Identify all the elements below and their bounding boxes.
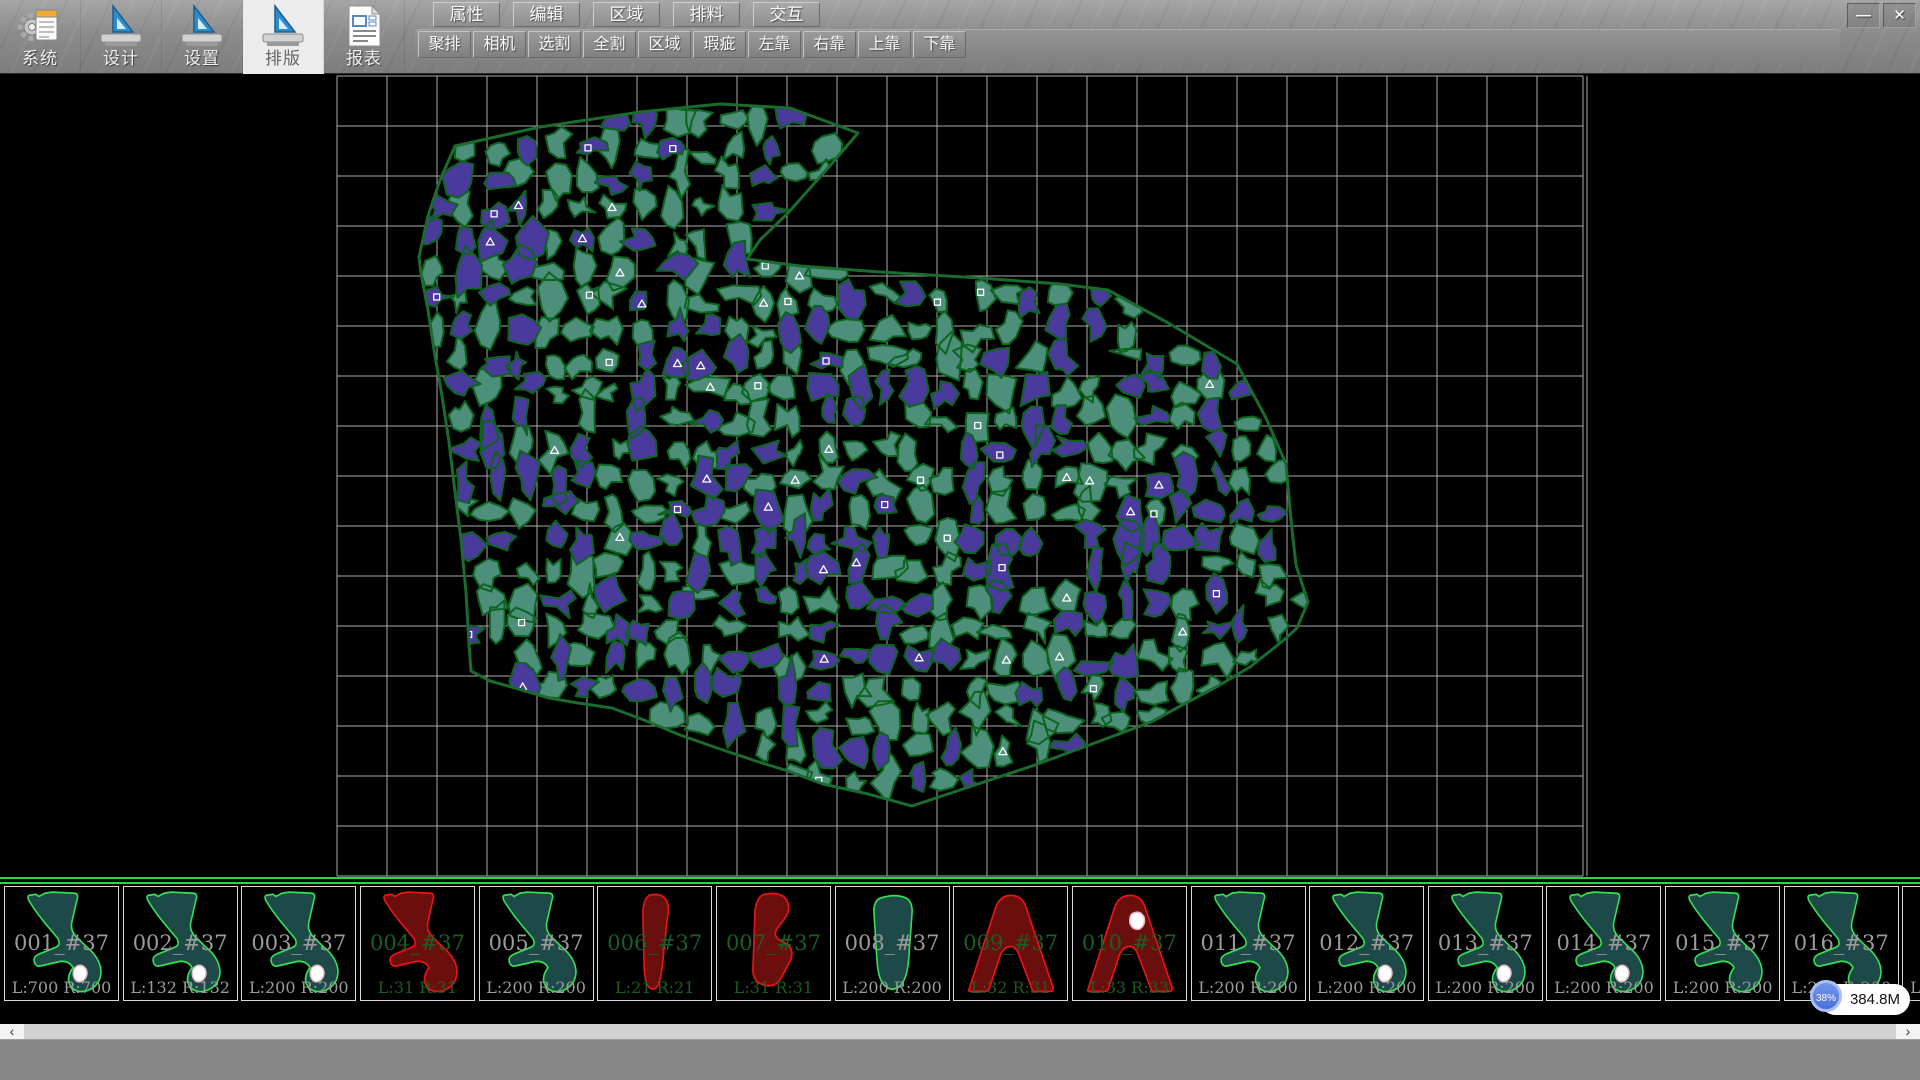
piece-name: 009_#37 <box>954 931 1067 955</box>
tool-button-10[interactable]: 下靠 <box>913 31 966 58</box>
tool-button-1[interactable]: 聚排 <box>418 31 471 58</box>
tool-button-7[interactable]: 左靠 <box>748 31 801 58</box>
piece-thumbnail-7[interactable]: 007_#37 L:31 R:31 <box>716 886 831 1001</box>
piece-lr-count: L:33 R:33 <box>1073 978 1186 997</box>
piece-name: 006_#37 <box>598 931 711 955</box>
report-icon <box>341 3 387 49</box>
tool-button-2[interactable]: 相机 <box>473 31 526 58</box>
piece-name: 002_#37 <box>124 931 237 955</box>
piece-thumbnail-6[interactable]: 006_#37 L:21 R:21 <box>597 886 712 1001</box>
tool-button-3[interactable]: 选割 <box>528 31 581 58</box>
tool-button-9[interactable]: 上靠 <box>858 31 911 58</box>
piece-thumbnail-11[interactable]: 011_#37 L:200 R:200 <box>1191 886 1306 1001</box>
piece-name: 011_#37 <box>1192 931 1305 955</box>
minimize-button[interactable]: — <box>1847 3 1880 28</box>
piece-thumbnail-13[interactable]: 013_#37 L:200 R:200 <box>1428 886 1543 1001</box>
scroll-left-arrow[interactable]: ‹ <box>0 1024 24 1039</box>
close-button[interactable]: ✕ <box>1883 3 1916 28</box>
bottom-status-bar <box>0 1039 1920 1080</box>
settings-icon <box>179 3 225 49</box>
piece-lr-count: L:200 R:200 <box>480 978 593 997</box>
piece-lr-count: L:31 R:31 <box>361 978 474 997</box>
piece-name: 005_#37 <box>480 931 593 955</box>
menu-tab-row: 属性编辑区域排料交互 <box>433 2 820 27</box>
app-window: 系统 设计 设置 <box>0 0 1920 1080</box>
piece-name: 008_#37 <box>836 931 949 955</box>
piece-lr-count: L:32 R:31 <box>954 978 1067 997</box>
piece-thumbnail-12[interactable]: 012_#37 L:200 R:200 <box>1309 886 1424 1001</box>
window-controls: — ✕ <box>1847 3 1916 28</box>
piece-thumbnail-2[interactable]: 002_#37 L:132 R:132 <box>123 886 238 1001</box>
piece-thumbnail-10[interactable]: 010_#37 L:33 R:33 <box>1072 886 1187 1001</box>
tool-button-row: 聚排相机选割全割区域瑕疵左靠右靠上靠下靠 <box>418 31 966 58</box>
tool-button-8[interactable]: 右靠 <box>803 31 856 58</box>
percent-value: 38% <box>1810 980 1842 1012</box>
horizontal-scrollbar[interactable]: ‹ › <box>0 1024 1920 1039</box>
piece-name: 003_#37 <box>242 931 355 955</box>
menu-tab-4[interactable]: 排料 <box>673 2 740 27</box>
piece-thumbnail-5[interactable]: 005_#37 L:200 R:200 <box>479 886 594 1001</box>
nesting-canvas-svg[interactable] <box>0 74 1920 878</box>
piece-name: 004_#37 <box>361 931 474 955</box>
piece-lr-count: L:200 R:200 <box>1547 978 1660 997</box>
system-icon <box>17 3 63 49</box>
piece-thumbnail-9[interactable]: 009_#37 L:32 R:31 <box>953 886 1068 1001</box>
piece-lr-count: L:200 R:200 <box>242 978 355 997</box>
report-button-label: 报表 <box>324 49 404 69</box>
design-button[interactable]: 设计 <box>81 0 162 74</box>
piece-lr-count: L:31 R:31 <box>717 978 830 997</box>
piece-thumbnail-8[interactable]: 008_#37 L:200 R:200 <box>835 886 950 1001</box>
piece-thumbnail-15[interactable]: 015_#37 L:200 R:200 <box>1665 886 1780 1001</box>
menu-tab-2[interactable]: 编辑 <box>513 2 580 27</box>
piece-name: 012_#37 <box>1310 931 1423 955</box>
piece-name: 016_#37 <box>1785 931 1898 955</box>
piece-lr-count: L:200 R:200 <box>1192 978 1305 997</box>
system-button-label: 系统 <box>0 49 80 69</box>
design-button-label: 设计 <box>81 49 161 69</box>
piece-lr-count: L:21 R:21 <box>598 978 711 997</box>
settings-button[interactable]: 设置 <box>162 0 243 74</box>
piece-thumbnail-4[interactable]: 004_#37 L:31 R:31 <box>360 886 475 1001</box>
piece-name: 015_#37 <box>1666 931 1779 955</box>
piece-thumbnail-1[interactable]: 001_#37 L:700 R:700 <box>4 886 119 1001</box>
main-button-group: 系统 设计 设置 <box>0 0 405 74</box>
piece-lr-count: L:200 R:200 <box>1310 978 1423 997</box>
piece-name: 001_#37 <box>5 931 118 955</box>
layout-icon <box>260 3 306 49</box>
main-toolbar: 系统 设计 设置 <box>0 0 1920 74</box>
menu-tab-1[interactable]: 属性 <box>433 2 500 27</box>
tool-button-6[interactable]: 瑕疵 <box>693 31 746 58</box>
piece-name: 007_#37 <box>717 931 830 955</box>
piece-lr-count: L:132 R:132 <box>124 978 237 997</box>
pieces-strip: 001_#37L:700 R:700002_#37L:132 R:132003_… <box>0 884 1920 1004</box>
piece-lr-count: L:200 R:200 <box>836 978 949 997</box>
layout-button[interactable]: 排版 <box>243 0 324 74</box>
design-icon <box>98 3 144 49</box>
tool-button-4[interactable]: 全割 <box>583 31 636 58</box>
piece-name: 013_#37 <box>1429 931 1542 955</box>
scrollbar-track[interactable] <box>24 1024 1896 1039</box>
layout-button-label: 排版 <box>243 49 323 69</box>
piece-lr-count: L:200 R:200 <box>1429 978 1542 997</box>
menu-tab-3[interactable]: 区域 <box>593 2 660 27</box>
menu-tab-5[interactable]: 交互 <box>753 2 820 27</box>
piece-thumbnail-3[interactable]: 003_#37 L:200 R:200 <box>241 886 356 1001</box>
piece-lr-count: L:700 R:700 <box>5 978 118 997</box>
settings-button-label: 设置 <box>162 49 242 69</box>
piece-name: 014_#37 <box>1547 931 1660 955</box>
piece-lr-count: L:200 R:200 <box>1666 978 1779 997</box>
tool-button-5[interactable]: 区域 <box>638 31 691 58</box>
scroll-right-arrow[interactable]: › <box>1896 1024 1920 1039</box>
report-button[interactable]: 报表 <box>324 0 405 74</box>
system-button[interactable]: 系统 <box>0 0 81 74</box>
piece-thumbnail-14[interactable]: 014_#37 L:200 R:200 <box>1546 886 1661 1001</box>
strip-separator <box>0 877 1920 884</box>
nesting-canvas[interactable] <box>0 74 1920 878</box>
memory-badge[interactable]: 384.8M 38% <box>1810 980 1914 1020</box>
piece-name: 010_#37 <box>1073 931 1186 955</box>
